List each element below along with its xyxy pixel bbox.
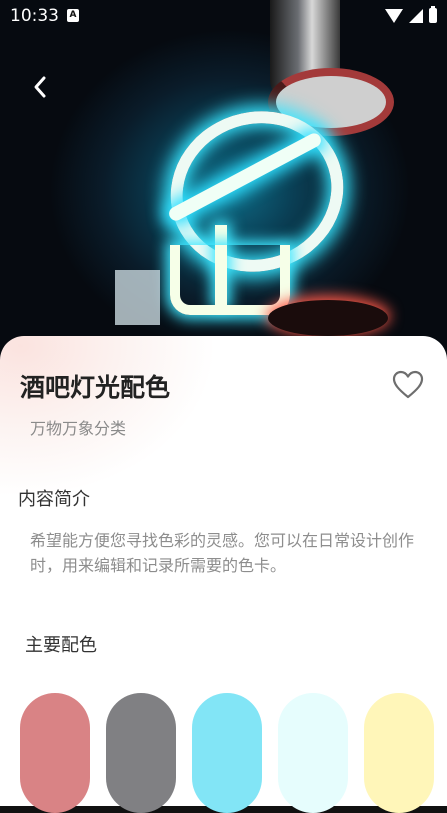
page-title: 酒吧灯光配色 xyxy=(20,373,171,402)
battery-icon xyxy=(429,6,437,23)
signal-icon xyxy=(409,8,423,23)
palette-heading: 主要配色 xyxy=(25,635,97,656)
color-swatch[interactable] xyxy=(278,693,348,813)
status-bar: 10:33 A xyxy=(0,0,447,34)
wifi-icon xyxy=(385,8,403,23)
neon-character xyxy=(170,245,290,315)
back-button[interactable] xyxy=(28,74,54,100)
hero-image xyxy=(0,0,447,360)
color-swatch[interactable] xyxy=(364,693,434,813)
chevron-left-icon xyxy=(34,76,46,98)
heart-icon xyxy=(392,370,424,399)
color-swatch[interactable] xyxy=(192,693,262,813)
palette-swatches xyxy=(20,693,440,813)
status-time: 10:33 xyxy=(10,6,59,26)
sign-box xyxy=(115,270,160,325)
detail-sheet: 酒吧灯光配色 万物万象分类 内容简介 希望能方便您寻找色彩的灵感。您可以在日常设… xyxy=(0,336,447,813)
color-swatch[interactable] xyxy=(106,693,176,813)
favorite-button[interactable] xyxy=(392,370,424,400)
intro-heading: 内容简介 xyxy=(18,489,90,510)
system-icons xyxy=(385,6,437,23)
color-swatch[interactable] xyxy=(20,693,90,813)
intro-text: 希望能方便您寻找色彩的灵感。您可以在日常设计创作时，用来编辑和记录所需要的色卡。 xyxy=(30,531,415,575)
notification-a-icon: A xyxy=(67,9,79,22)
category-label: 万物万象分类 xyxy=(30,419,127,438)
red-glow xyxy=(268,300,388,336)
